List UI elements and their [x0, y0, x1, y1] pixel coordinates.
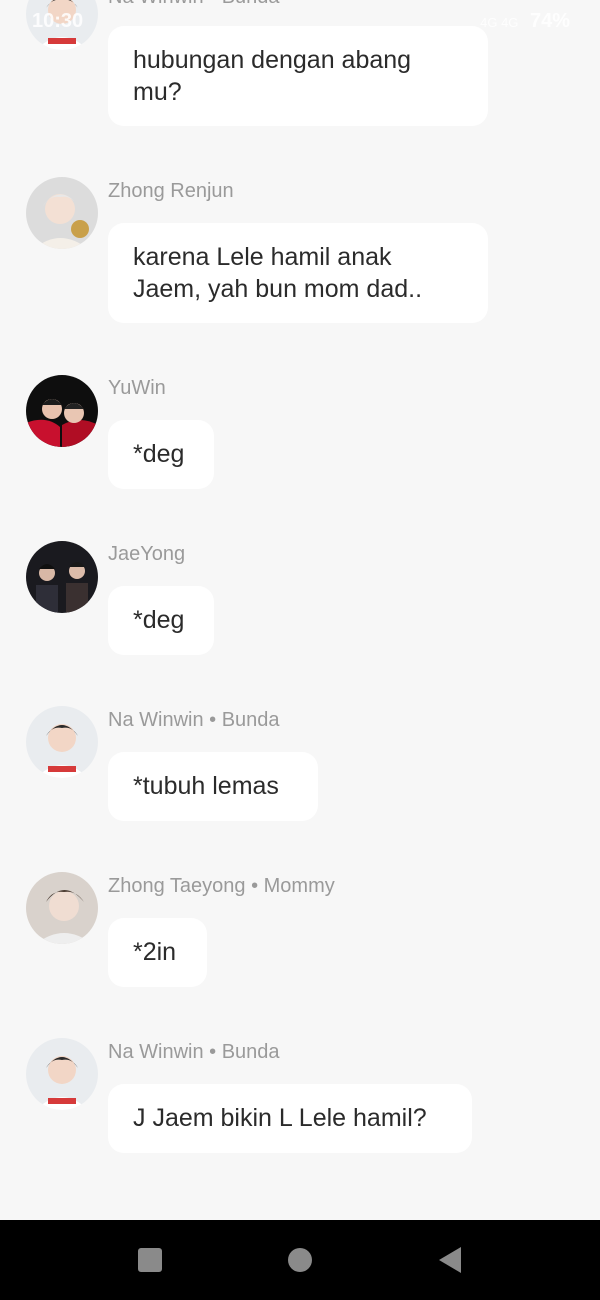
message-text: *deg	[133, 440, 185, 468]
message-text: *2in	[133, 938, 177, 966]
system-nav-bar	[0, 1220, 600, 1300]
avatar[interactable]	[26, 375, 98, 447]
winwin-avatar-icon	[26, 1038, 98, 1110]
network-indicator: 4G 4G	[480, 15, 519, 30]
avatar[interactable]	[26, 177, 98, 249]
avatar[interactable]	[26, 1038, 98, 1110]
sender-name: JaeYong	[108, 543, 186, 565]
message-text: hubungan dengan abang mu?	[133, 46, 412, 106]
taeyong-avatar-icon	[26, 872, 98, 944]
avatar[interactable]	[26, 872, 98, 944]
status-time: 10:30	[32, 10, 84, 32]
message-bubble[interactable]: *2in	[108, 918, 207, 987]
message-bubble[interactable]: *deg	[108, 420, 214, 489]
winwin-avatar-icon	[26, 706, 98, 778]
avatar[interactable]	[26, 706, 98, 778]
square-icon	[138, 1248, 162, 1272]
message-text: J Jaem bikin L Lele hamil?	[133, 1104, 427, 1132]
battery-level: 74%	[529, 10, 570, 32]
sender-name: Zhong Taeyong • Mommy	[108, 875, 335, 897]
message-bubble[interactable]: *tubuh lemas	[108, 752, 318, 821]
status-indicators: 4G 4G 74%	[480, 10, 570, 33]
status-bar: 10:30 4G 4G 74%	[0, 0, 600, 44]
recents-button[interactable]	[110, 1220, 190, 1300]
message-text: karena Lele hamil anak Jaem, yah bun mom…	[133, 243, 423, 303]
sender-name: YuWin	[108, 377, 166, 399]
sender-name: Na Winwin • Bunda	[108, 709, 280, 731]
yuwin-avatar-icon	[26, 375, 98, 447]
message-text: *deg	[133, 606, 185, 634]
back-button[interactable]	[410, 1220, 490, 1300]
message-bubble[interactable]: *deg	[108, 586, 214, 655]
message-bubble[interactable]: J Jaem bikin L Lele hamil?	[108, 1084, 472, 1153]
avatar[interactable]	[26, 541, 98, 613]
sender-name: Zhong Renjun	[108, 180, 234, 202]
renjun-avatar-icon	[26, 177, 98, 249]
triangle-back-icon	[439, 1247, 461, 1273]
home-button[interactable]	[260, 1220, 340, 1300]
jaeyong-avatar-icon	[26, 541, 98, 613]
message-text: *tubuh lemas	[133, 772, 279, 800]
circle-icon	[288, 1248, 312, 1272]
message-bubble[interactable]: karena Lele hamil anak Jaem, yah bun mom…	[108, 223, 488, 323]
sender-name: Na Winwin • Bunda	[108, 1041, 280, 1063]
